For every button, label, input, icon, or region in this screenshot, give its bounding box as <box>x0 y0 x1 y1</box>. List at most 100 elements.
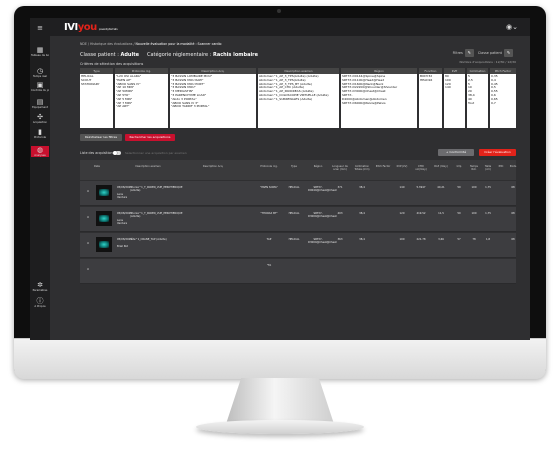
calendar-icon: ▣ <box>36 81 44 89</box>
criteria-option[interactable]: Tout <box>468 102 487 106</box>
remove-row-icon[interactable]: ✕ <box>84 216 92 219</box>
table-cell-weight: 68 <box>511 212 515 215</box>
table-column-header[interactable]: Type <box>284 165 304 168</box>
breadcrumb-link-nde[interactable]: NDE <box>80 42 87 46</box>
table-cell-kvp: 100 <box>399 238 405 241</box>
table-row[interactable]: ✕ 05/08/2021 Lens Ventura Thorax^1_T_PAREN_… <box>80 181 516 206</box>
sidebar-item-temps-réel[interactable]: ◷ Temps réel <box>31 67 49 78</box>
settings-icon: ✲ <box>37 281 43 289</box>
table-column-header[interactable]: Région <box>308 165 328 168</box>
sidebar-item-équipement[interactable]: ▤ Équipement <box>31 98 49 109</box>
search-acquisitions-button[interactable]: Rechercher les acquisitions <box>125 134 175 141</box>
sidebar-item-label: Temps réel <box>32 75 47 78</box>
table-cell-size: 1,75 <box>485 186 491 189</box>
table-column-header[interactable]: Date <box>80 165 114 168</box>
breadcrumb-link-history[interactable]: Historique des évaluations <box>90 42 132 46</box>
table-column-header[interactable]: Protocole d.g. <box>258 165 280 168</box>
criteria-option[interactable]: 140 <box>445 86 464 90</box>
table-cell-k: 50 <box>457 212 461 215</box>
reset-filters-button[interactable]: Réinitialiser les filtres <box>80 134 122 141</box>
acquisition-thumbnail[interactable] <box>96 185 112 200</box>
create-evaluation-button[interactable]: Créer l'évaluation <box>479 149 516 156</box>
sidebar-item-label: Paramètres <box>32 289 48 292</box>
table-column-header[interactable]: Poids <box>508 165 518 168</box>
criteria-multiselect[interactable]: Abdomen^1_AP_3_TPS(Adulte) (Adulte) Abdom… <box>258 74 339 128</box>
sidebar-bottom-settings[interactable]: ✲ Paramètres <box>31 281 49 292</box>
table-header: Date Description examen Description Acq. Pr… <box>80 160 516 180</box>
table-column-header[interactable]: Collimation Totale (mm) <box>352 165 372 171</box>
sidebar-item-analyses[interactable]: ◍ Analyses <box>31 146 49 157</box>
logo-you: you <box>77 22 98 33</box>
criteria-option[interactable]: STATIONARY <box>81 83 112 87</box>
acquisition-thumbnail[interactable] <box>96 211 112 226</box>
remove-row-icon[interactable]: ✕ <box>84 268 92 271</box>
table-cell-ctdi: 419.52 <box>416 212 426 215</box>
table-column-header[interactable]: CTDI vol(mGy) <box>412 165 430 171</box>
table-cell-rot: 100 <box>471 212 477 215</box>
criteria-multiselect[interactable]: 80 100 120 140 <box>444 74 465 128</box>
table-cell-proto: "TA <box>266 264 272 267</box>
criteria-multiselect[interactable]: BODY32 HEAD16 <box>419 74 442 128</box>
regulatory-category-label: Catégorie réglementaire : <box>146 52 212 58</box>
sidebar-item-tableau-de-bord[interactable]: ▦Tableau de bord <box>31 46 49 57</box>
app-logo[interactable]: IVIyou powered by Pixelmatics <box>64 22 118 33</box>
sidebar-item-acquisition[interactable]: ✣ Acquisition <box>31 113 49 124</box>
table-column-header[interactable]: Taille (cm) <box>482 165 494 171</box>
patient-class-filter-label: Classe patient <box>477 51 502 55</box>
criteria-multiselect[interactable]: 5 2,5 5 10 20 38,4 40 Tout <box>467 74 488 128</box>
sidebar-item-label: À Propos <box>34 305 46 308</box>
acquisition-thumbnail[interactable] <box>96 237 112 252</box>
remove-row-icon[interactable]: ✕ <box>84 190 92 193</box>
table-cell-proto: TAP <box>266 238 272 241</box>
table-column-header[interactable]: Description Acq. <box>180 165 246 168</box>
criteria-multiselect[interactable]: HELICAL SCOUT STATIONARY <box>80 74 113 128</box>
protocol-icon: ▮ <box>38 128 42 136</box>
table-cell-exam: Thorax^1_T_PAREN_VUE_PERIPHERIQUE (Adult… <box>130 186 183 193</box>
table-column-header[interactable]: KVP (kV) <box>394 165 410 168</box>
table-cell-k: 50 <box>457 186 461 189</box>
clock-icon: ◷ <box>36 67 44 75</box>
sidebar-item-menu[interactable]: ≡ <box>31 24 49 32</box>
criteria-option[interactable]: Abdomen^1_SURRENALES (Adulte) <box>259 98 338 102</box>
table-cell-region: SRT37-D3000@Chest@Chest <box>308 238 337 245</box>
sidebar-bottom-info[interactable]: ⓘ À Propos <box>31 297 49 308</box>
criteria-title: Critères de sélection des acquisitions <box>80 62 144 66</box>
table-cell-weight: 68 <box>511 238 515 241</box>
conformity-button[interactable]: + Conformité <box>438 149 474 156</box>
sidebar-item-protocole[interactable]: ▮ Protocole <box>31 128 49 139</box>
criteria-option[interactable]: "AP ART" <box>116 105 167 109</box>
remove-row-icon[interactable]: ✕ <box>84 242 92 245</box>
sidebar-item-label: Contrôle du jour <box>31 89 49 92</box>
filters-label: Filtres <box>452 51 463 55</box>
table-column-header[interactable]: kVp <box>452 165 466 168</box>
criteria-option[interactable]: "ABDO TARDIF 3 PORTAL" <box>171 105 255 109</box>
user-menu-icon[interactable]: ◉⌄ <box>506 23 518 31</box>
criteria-multiselect[interactable]: "3 BASSIN LOMBAIRE MOU" "3 BASSIN MOU RAP… <box>170 74 256 128</box>
table-column-header[interactable]: DLP (mGy) <box>432 165 450 168</box>
criteria-multiselect[interactable]: SRT37-D0144@Spine@Spine SRT37-D1100@Head@… <box>341 74 417 128</box>
table-column-header[interactable]: Pitch Factor <box>374 165 392 168</box>
sidebar-item-contrôle-du-jour[interactable]: ▣Contrôle du jour <box>31 81 49 92</box>
table-column-header[interactable]: IMC <box>496 165 506 168</box>
table-cell-len: 363 <box>337 238 343 241</box>
table-row[interactable]: ✕ 05/08/2021 Brail Pet Tête^1_CRANE_TAP (Ad… <box>80 233 516 258</box>
patient-class-edit-button[interactable]: ✎ <box>504 49 513 57</box>
table-column-header[interactable]: Longueur de scan (mm) <box>330 165 350 171</box>
criteria-option[interactable]: HEAD16 <box>420 79 441 83</box>
logo-ivi: IVI <box>64 22 78 33</box>
table-column-header[interactable]: Temps Rot. <box>468 165 480 171</box>
table-column-header[interactable]: Description examen <box>128 165 168 168</box>
criteria-option[interactable]: SRT37-D6000@Pelvis@Pelvis <box>342 102 416 106</box>
table-row[interactable]: ✕ 05/08/2021 Lens Ventura Thorax^1_T_PAREN_… <box>80 207 516 232</box>
criteria-multiselect[interactable]: "L20 OSI ALARA" "PAEN AP" "ABDO SANS IV" "A… <box>115 74 168 128</box>
filters-group: Filtres ✎ Classe patient ✎ <box>453 49 516 57</box>
filters-edit-button[interactable]: ✎ <box>464 49 474 57</box>
criteria-option[interactable]: 0,7 <box>491 102 515 106</box>
top-bar: IVIyou powered by Pixelmatics ◉⌄ <box>50 18 530 36</box>
criteria-multiselect[interactable]: 0,35 0,4 0,45 0,5 0,55 0,6 0,65 0,7 <box>490 74 516 128</box>
table-row[interactable]: ✕ "TA <box>80 259 516 284</box>
table-cell-site: Brail Pet <box>117 245 128 248</box>
table-cell-coll: 38,4 <box>359 212 365 215</box>
table-cell-coll: 38,4 <box>359 238 365 241</box>
one-per-exam-toggle[interactable] <box>113 151 121 155</box>
